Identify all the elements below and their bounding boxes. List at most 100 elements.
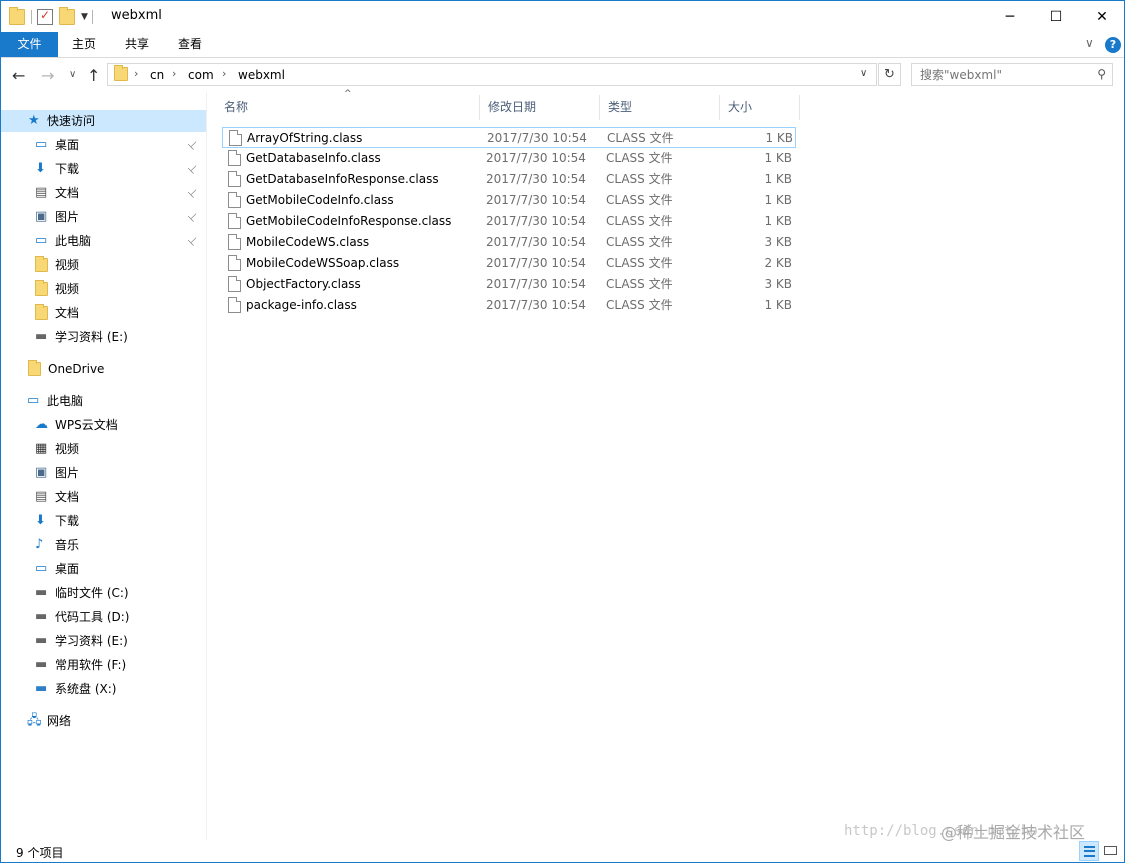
computer-icon: ▭ — [27, 393, 40, 408]
breadcrumb-separator[interactable]: › — [222, 67, 226, 80]
network-icon: 🖧 — [27, 713, 42, 728]
tab-share[interactable]: 共享 — [117, 32, 157, 57]
sidebar-item[interactable]: ▣ 图片 ⊥ — [1, 206, 206, 228]
sidebar-item[interactable]: 🖧 网络 — [1, 710, 206, 732]
customize-toolbar-icon[interactable]: ▼ — [81, 12, 88, 22]
help-icon[interactable]: ? — [1105, 37, 1121, 53]
file-row[interactable]: package-info.class 2017/7/30 10:54 CLASS 文… — [222, 295, 796, 316]
search-icon[interactable]: ⚲ — [1097, 67, 1106, 81]
navigation-bar: ← → ∨ ↑ › cn › com › webxml ∨ ↻ ⚲ — [1, 58, 1124, 92]
properties-icon[interactable] — [37, 8, 53, 25]
pin-icon[interactable]: ⊥ — [182, 230, 204, 252]
recent-locations-button[interactable]: ∨ — [69, 69, 76, 80]
sidebar-item[interactable]: ▬ 系统盘 (X:) — [1, 678, 206, 700]
sidebar-item-label: 音乐 — [55, 538, 80, 552]
file-row[interactable]: ArrayOfString.class 2017/7/30 10:54 CLASS … — [222, 127, 796, 148]
tab-home[interactable]: 主页 — [63, 32, 105, 57]
pin-icon[interactable]: ⊥ — [182, 158, 204, 180]
star-icon: ★ — [28, 113, 40, 128]
sidebar-item[interactable]: ▭ 此电脑 — [1, 390, 206, 412]
file-row[interactable]: GetMobileCodeInfo.class 2017/7/30 10:54 CL… — [222, 190, 796, 211]
sidebar-item[interactable]: ♪ 音乐 — [1, 534, 206, 556]
sidebar-item-label: WPS云文档 — [55, 418, 118, 432]
large-icons-view-button[interactable] — [1101, 841, 1121, 861]
sidebar-item[interactable]: OneDrive — [1, 358, 206, 380]
sidebar-item[interactable]: ▭ 桌面 — [1, 558, 206, 580]
column-header-name[interactable]: 名称 — [216, 95, 480, 120]
address-bar[interactable]: › cn › com › webxml ∨ — [107, 63, 877, 86]
file-row[interactable]: GetDatabaseInfo.class 2017/7/30 10:54 CLAS… — [222, 148, 796, 169]
sidebar-item[interactable]: 文档 — [1, 302, 206, 324]
breadcrumb-cn[interactable]: cn — [150, 68, 164, 82]
sidebar-item-label: OneDrive — [48, 362, 105, 376]
breadcrumb-separator[interactable]: › — [172, 67, 176, 80]
new-folder-icon[interactable] — [59, 7, 75, 25]
sidebar-item[interactable]: ▬ 代码工具 (D:) — [1, 606, 206, 628]
file-type: CLASS 文件 — [606, 172, 673, 186]
tab-file[interactable]: 文件 — [1, 32, 58, 57]
sidebar-item[interactable]: ▦ 视频 — [1, 438, 206, 460]
explorer-window: ▼ webxml ─ ☐ ✕ 文件 主页 共享 查看 ∨ ? ← → ∨ ↑ ›… — [0, 0, 1125, 863]
sidebar-item-quick-access[interactable]: ★ 快速访问 — [1, 110, 206, 132]
column-header-size[interactable]: 大小 — [720, 95, 800, 120]
sidebar-item[interactable]: ▭ 此电脑 ⊥ — [1, 230, 206, 252]
search-box[interactable]: ⚲ — [911, 63, 1113, 86]
sidebar-item[interactable]: 视频 — [1, 254, 206, 276]
file-name: GetMobileCodeInfo.class — [246, 193, 394, 207]
breadcrumb-webxml[interactable]: webxml — [238, 68, 285, 82]
breadcrumb-com[interactable]: com — [188, 68, 214, 82]
expand-ribbon-icon[interactable]: ∨ — [1085, 36, 1094, 50]
file-row[interactable]: MobileCodeWS.class 2017/7/30 10:54 CLASS 文… — [222, 232, 796, 253]
chevron-down-icon[interactable]: ∨ — [860, 68, 867, 79]
file-row[interactable]: ObjectFactory.class 2017/7/30 10:54 CLASS … — [222, 274, 796, 295]
sidebar-item[interactable]: ▭ 桌面 ⊥ — [1, 134, 206, 156]
file-date: 2017/7/30 10:54 — [486, 256, 586, 270]
pane-divider[interactable] — [206, 92, 207, 840]
minimize-button[interactable]: ─ — [987, 1, 1033, 32]
file-type: CLASS 文件 — [606, 151, 673, 165]
file-type: CLASS 文件 — [606, 277, 673, 291]
tab-view[interactable]: 查看 — [169, 32, 211, 57]
pin-icon[interactable]: ⊥ — [182, 182, 204, 204]
sidebar-item-label: 下载 — [55, 514, 80, 528]
file-type: CLASS 文件 — [606, 235, 673, 249]
file-type: CLASS 文件 — [606, 256, 673, 270]
pin-icon[interactable]: ⊥ — [182, 206, 204, 228]
up-button[interactable]: ↑ — [87, 66, 100, 85]
folder-icon — [28, 360, 41, 376]
sidebar-item[interactable]: ▤ 文档 — [1, 486, 206, 508]
sidebar-item[interactable]: ▬ 学习资料 (E:) — [1, 326, 206, 348]
pin-icon[interactable]: ⊥ — [182, 134, 204, 156]
sidebar-item[interactable]: 视频 — [1, 278, 206, 300]
file-row[interactable]: GetMobileCodeInfoResponse.class 2017/7/30… — [222, 211, 796, 232]
sidebar-item[interactable]: ▬ 临时文件 (C:) — [1, 582, 206, 604]
sidebar-item-label: 文档 — [55, 306, 80, 320]
folder-icon — [35, 304, 48, 320]
column-header-date[interactable]: 修改日期 — [480, 95, 600, 120]
sidebar-item[interactable]: ⬇ 下载 ⊥ — [1, 158, 206, 180]
column-header-type[interactable]: 类型 — [600, 95, 720, 120]
details-view-button[interactable] — [1079, 841, 1099, 861]
sidebar-item[interactable]: ☁ WPS云文档 — [1, 414, 206, 436]
forward-button[interactable]: → — [41, 66, 54, 85]
folder-icon — [35, 256, 48, 272]
file-row[interactable]: GetDatabaseInfoResponse.class 2017/7/30 1… — [222, 169, 796, 190]
search-input[interactable] — [912, 64, 1082, 85]
sidebar-item[interactable]: ▬ 常用软件 (F:) — [1, 654, 206, 676]
breadcrumb-separator[interactable]: › — [134, 67, 138, 80]
ribbon-tabs: 文件 主页 共享 查看 ∨ ? — [1, 32, 1124, 58]
sidebar-item[interactable]: ▬ 学习资料 (E:) — [1, 630, 206, 652]
sidebar-item[interactable]: ⬇ 下载 — [1, 510, 206, 532]
sidebar-item[interactable]: ▤ 文档 ⊥ — [1, 182, 206, 204]
file-type: CLASS 文件 — [606, 298, 673, 312]
sidebar-item-label: 视频 — [55, 258, 80, 272]
refresh-button[interactable]: ↻ — [878, 63, 901, 86]
back-button[interactable]: ← — [12, 66, 25, 85]
file-size: 1 KB — [764, 193, 792, 207]
maximize-button[interactable]: ☐ — [1033, 1, 1079, 32]
close-button[interactable]: ✕ — [1079, 1, 1125, 32]
file-row[interactable]: MobileCodeWSSoap.class 2017/7/30 10:54 CLA… — [222, 253, 796, 274]
sidebar-item[interactable]: ▣ 图片 — [1, 462, 206, 484]
sidebar-item-label: 图片 — [55, 210, 80, 224]
file-date: 2017/7/30 10:54 — [486, 151, 586, 165]
